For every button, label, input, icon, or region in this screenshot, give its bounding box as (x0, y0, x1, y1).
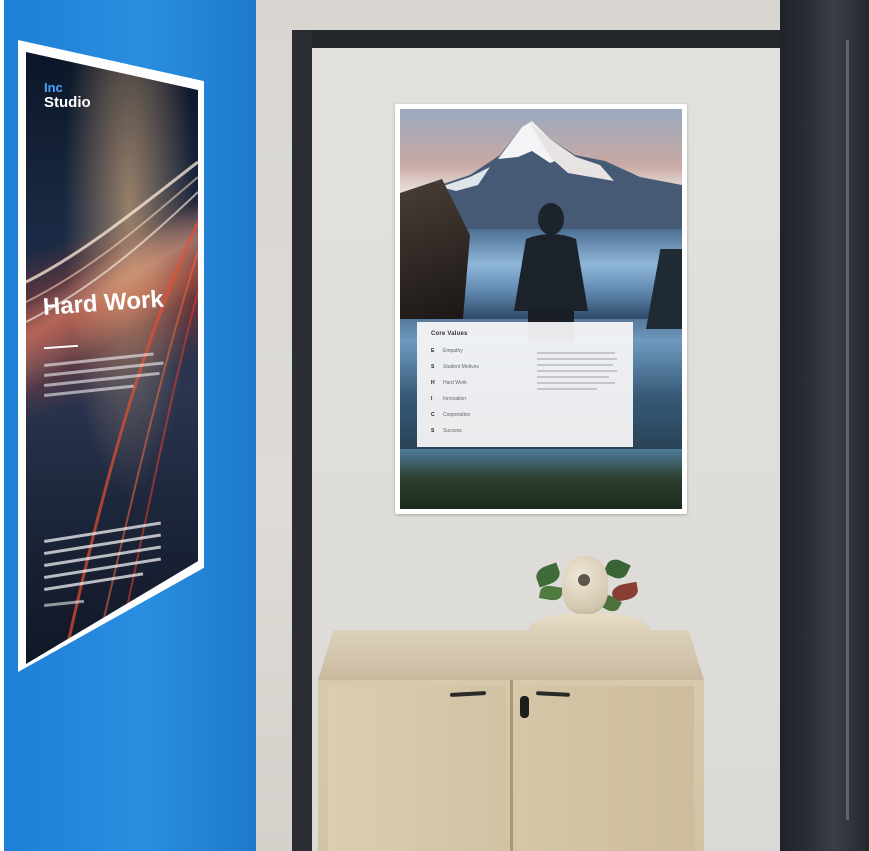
planter-opening (578, 574, 590, 586)
description-text-line (537, 358, 617, 360)
value-item: C Cooperation (431, 412, 470, 421)
value-label: Success (443, 428, 462, 434)
door-frame-top (292, 30, 802, 48)
value-letter: C (431, 412, 435, 418)
description-text-line (537, 352, 615, 354)
description-text-line (537, 364, 613, 366)
value-letter: I (431, 396, 433, 402)
core-values-panel: Core Values E Empathy S Student Motives HH… (417, 322, 633, 447)
description-text-line (537, 382, 615, 384)
door-frame-edge (846, 40, 849, 820)
logo-bottom-text: Studio (44, 94, 91, 111)
door-frame-right (780, 0, 869, 851)
description-text-line (537, 376, 609, 378)
value-item: E Empathy (431, 348, 463, 357)
cabinet-door-right (516, 686, 694, 851)
foreground-reeds (400, 449, 682, 509)
value-label: Empathy (443, 348, 463, 354)
value-letter: S (431, 428, 435, 434)
value-label: Innovation (443, 396, 467, 402)
description-text-line (537, 388, 597, 390)
value-label: Student Motives (443, 364, 479, 370)
mountain-lake-photo (400, 109, 682, 509)
description-text-line (537, 370, 617, 372)
core-values-poster: Core Values E Empathy S Student Motives HH… (395, 104, 687, 514)
cabinet-lock (520, 696, 529, 718)
studio-logo: Inc Studio (44, 80, 91, 111)
value-item: H Hard Work (431, 380, 467, 389)
value-item: S Student Motives (431, 364, 479, 373)
person-silhouette (514, 203, 588, 341)
logo-top-text: Inc (44, 80, 63, 95)
office-wall-scene: Inc Studio Hard Work Core Values E Empat… (0, 0, 869, 851)
door-frame-left (292, 30, 312, 851)
value-item: S Success (431, 428, 462, 437)
value-letter: E (431, 348, 435, 354)
cabinet-door-left (328, 686, 506, 851)
panel-title: Core Values (431, 331, 468, 337)
value-item: I Innovation (431, 396, 466, 405)
value-label: Hard Work (443, 380, 467, 386)
value-label: Cooperation (443, 412, 471, 418)
cabinet-door-gap (510, 680, 513, 851)
cabinet-top (318, 630, 704, 680)
value-letter: S (431, 364, 435, 370)
value-letter: H (431, 380, 435, 386)
